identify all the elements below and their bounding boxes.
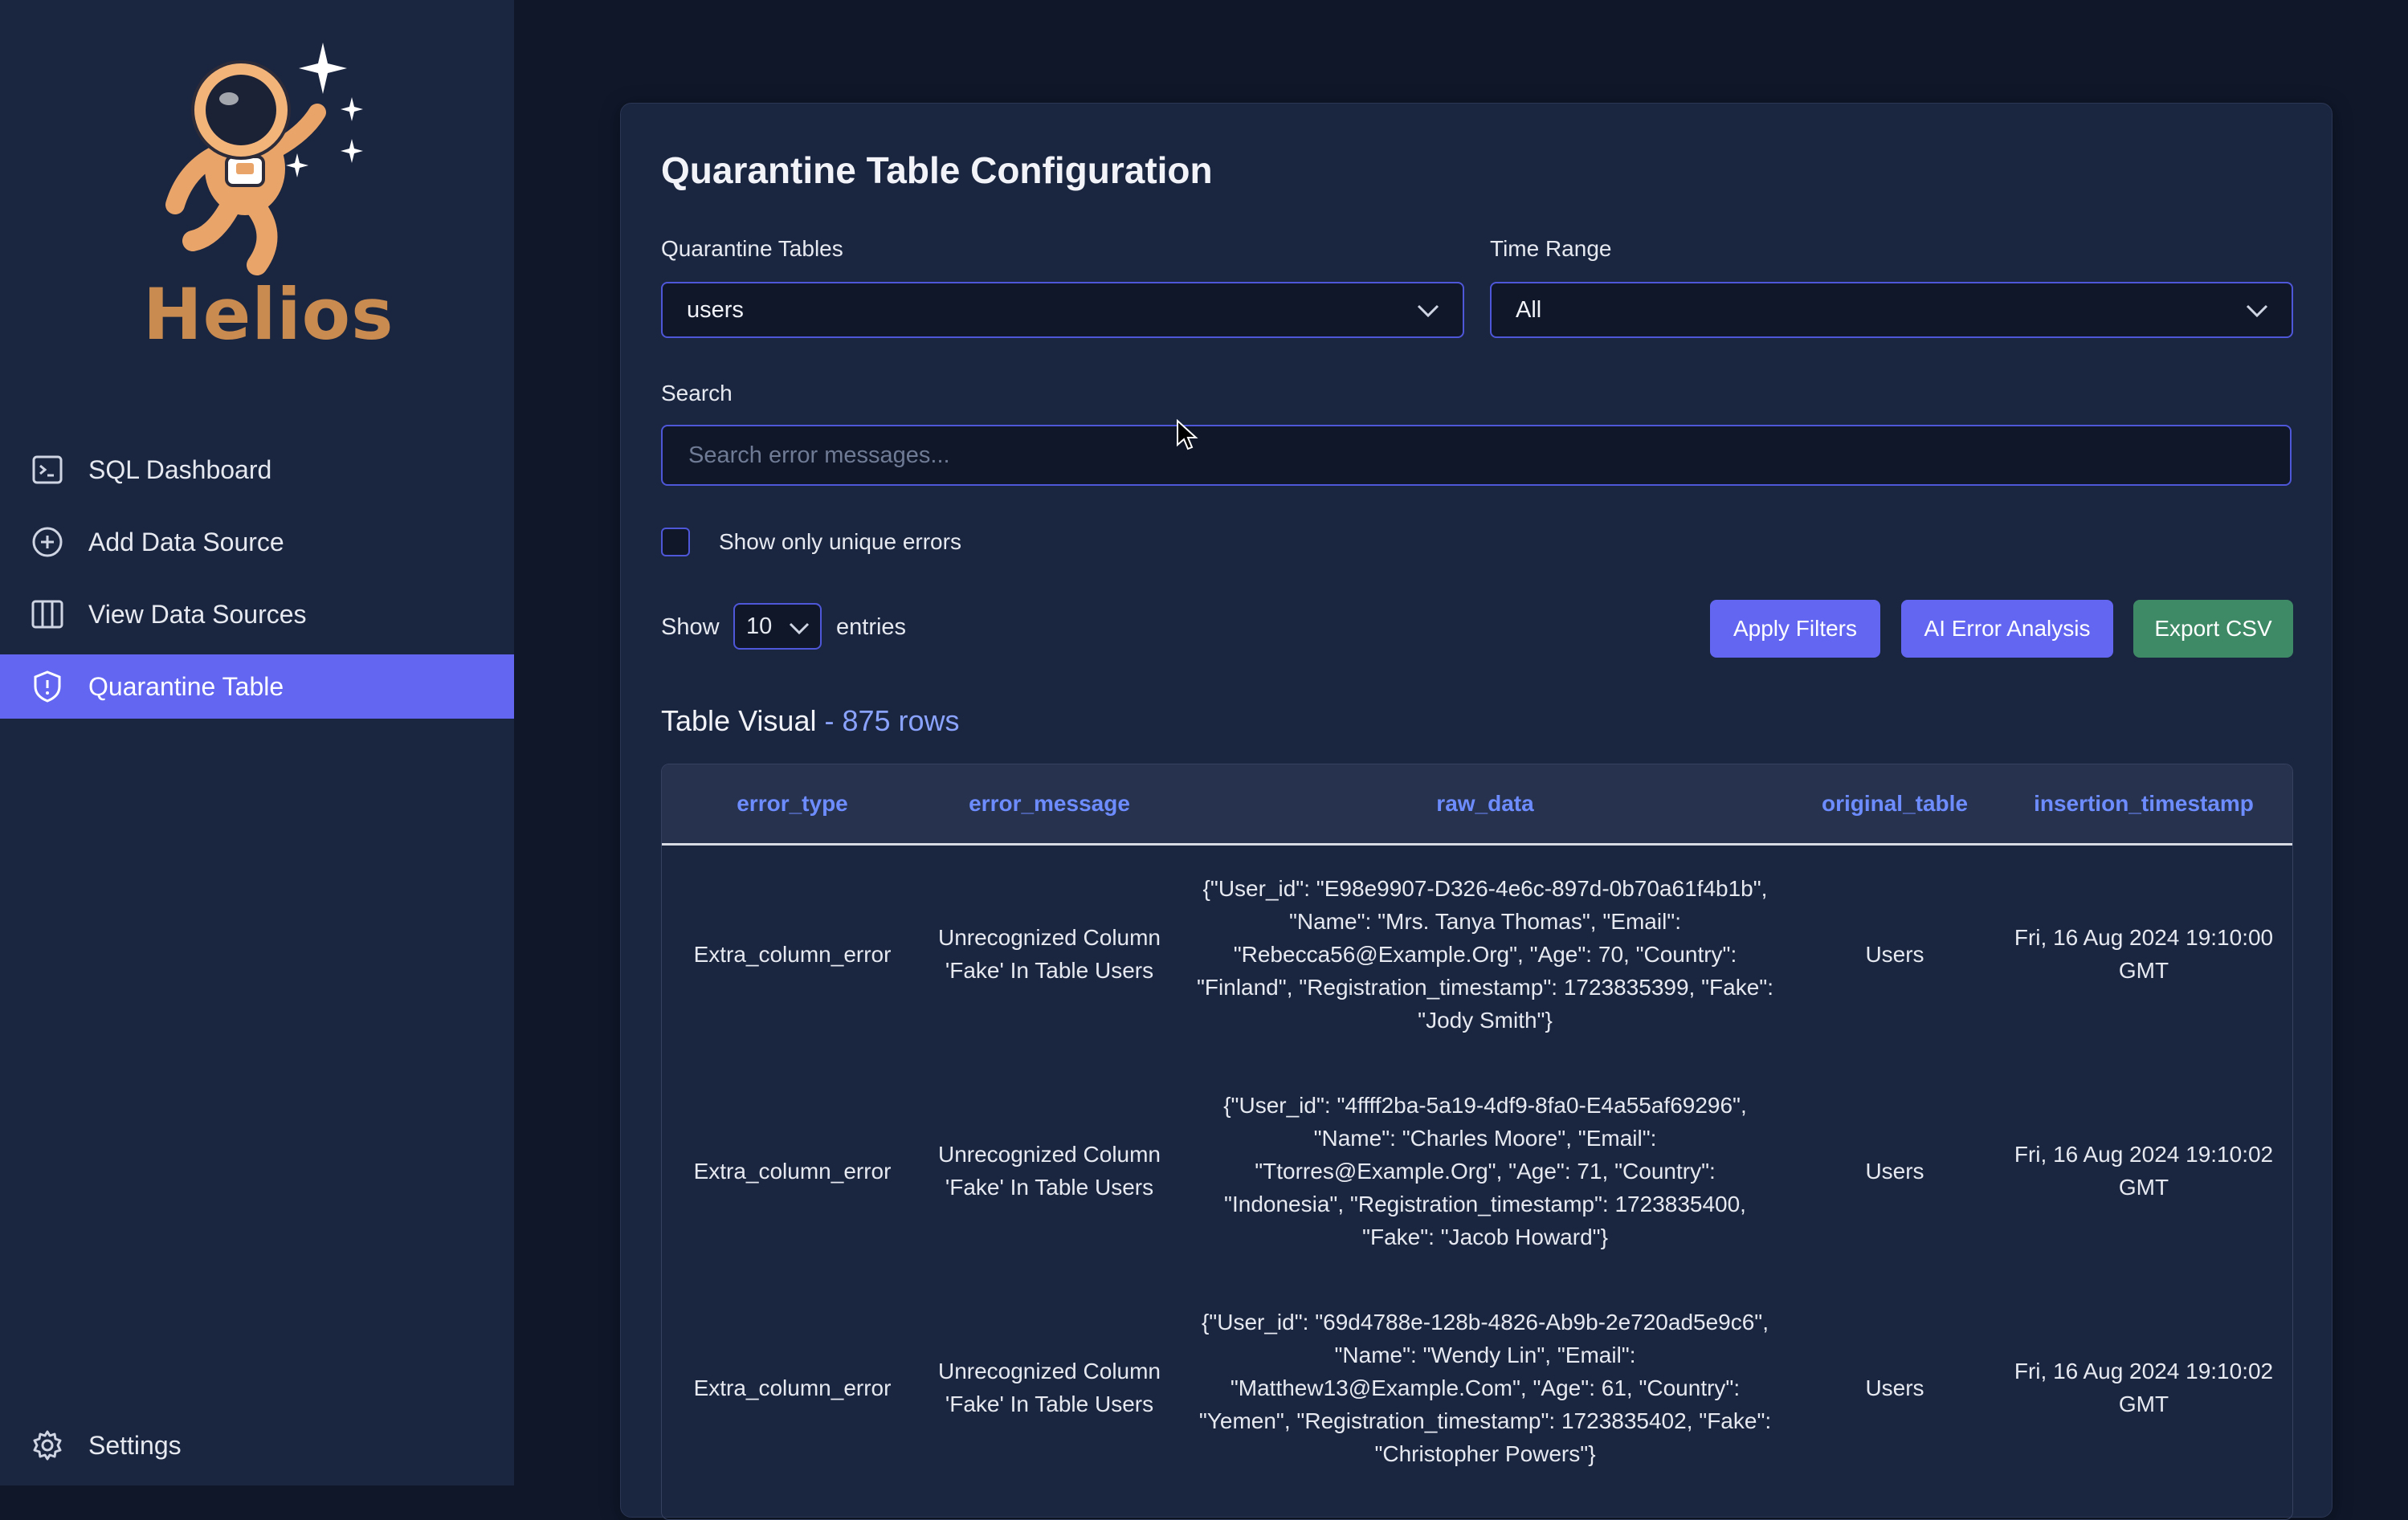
chevron-down-icon <box>2245 300 2269 328</box>
sidebar-item-label: Add Data Source <box>88 527 284 556</box>
unique-errors-checkbox[interactable] <box>661 528 690 556</box>
cell-original-table: Users <box>1865 1158 1924 1184</box>
search-label: Search <box>661 381 733 405</box>
sidebar-item-label: Settings <box>88 1430 182 1460</box>
sidebar-item-add-data-source[interactable]: Add Data Source <box>0 510 514 574</box>
cell-raw-data: {"User_id": "69d4788e-128b-4826-Ab9b-2e7… <box>1198 1309 1772 1466</box>
sidebar-item-label: View Data Sources <box>88 599 307 629</box>
table-row: Extra_column_error Unrecognized Column '… <box>662 1062 2292 1279</box>
time-range-value: All <box>1516 296 1542 323</box>
cell-raw-data: {"User_id": "E98e9907-D326-4e6c-897d-0b7… <box>1196 875 1774 1033</box>
cell-error-message: Unrecognized Column 'Fake' In Table User… <box>937 1359 1161 1416</box>
terminal-icon <box>31 453 64 487</box>
cell-error-type: Extra_column_error <box>693 1375 892 1400</box>
sidebar-item-view-data-sources[interactable]: View Data Sources <box>0 582 514 646</box>
columns-icon <box>31 597 64 631</box>
cell-insertion-timestamp: Fri, 16 Aug 2024 19:10:00 GMT <box>2014 925 2274 983</box>
gear-icon <box>31 1428 64 1462</box>
table-header: error_type error_message raw_data origin… <box>662 764 2292 846</box>
plus-circle-icon <box>31 525 64 559</box>
column-header-original-table[interactable]: original_table <box>1794 791 1995 817</box>
quarantine-tables-label: Quarantine Tables <box>661 236 843 261</box>
cell-error-message: Unrecognized Column 'Fake' In Table User… <box>937 1142 1161 1200</box>
sidebar-item-label: Quarantine Table <box>88 671 284 701</box>
table-title: Table Visual - 875 rows <box>661 704 960 738</box>
sidebar-item-settings[interactable]: Settings <box>0 1413 545 1477</box>
unique-errors-label: Show only unique errors <box>719 529 961 554</box>
cell-insertion-timestamp: Fri, 16 Aug 2024 19:10:02 GMT <box>2014 1142 2274 1200</box>
mouse-cursor-icon <box>1176 418 1198 455</box>
shield-icon <box>31 670 64 703</box>
page-title: Quarantine Table Configuration <box>661 149 1213 191</box>
chevron-down-icon <box>788 617 810 644</box>
export-csv-button[interactable]: Export CSV <box>2133 600 2293 658</box>
chevron-down-icon <box>1416 300 1440 328</box>
cell-error-type: Extra_column_error <box>693 1158 892 1184</box>
show-label: Show <box>661 614 720 640</box>
app-logo-text: Helios <box>143 273 394 356</box>
sidebar-nav: SQL Dashboard Add Data Source View Data … <box>0 438 514 727</box>
time-range-label: Time Range <box>1490 236 1612 261</box>
search-input[interactable] <box>661 425 2292 486</box>
table-row: Extra_column_error Unrecognized Column '… <box>662 1279 2292 1496</box>
table-title-text: Table Visual <box>661 704 817 737</box>
quarantine-config-card: Quarantine Table Configuration Quarantin… <box>620 103 2332 1520</box>
sidebar: Helios SQL Dashboard Add Data Source Vie… <box>0 0 514 1485</box>
column-header-error-message[interactable]: error_message <box>923 791 1176 817</box>
quarantine-tables-select[interactable]: users <box>661 282 1464 338</box>
ai-error-analysis-button[interactable]: AI Error Analysis <box>1901 600 2113 658</box>
sidebar-item-label: SQL Dashboard <box>88 454 272 484</box>
sidebar-item-quarantine-table[interactable]: Quarantine Table <box>0 654 514 719</box>
table-row: Extra_column_error Unrecognized Column '… <box>662 846 2292 1062</box>
cell-error-message: Unrecognized Column 'Fake' In Table User… <box>937 925 1161 983</box>
cell-raw-data: {"User_id": "4ffff2ba-5a19-4df9-8fa0-E4a… <box>1223 1092 1747 1249</box>
column-header-error-type[interactable]: error_type <box>662 791 923 817</box>
sidebar-item-sql-dashboard[interactable]: SQL Dashboard <box>0 438 514 502</box>
quarantine-table: error_type error_message raw_data origin… <box>661 764 2293 1520</box>
quarantine-tables-value: users <box>687 296 744 323</box>
cell-insertion-timestamp: Fri, 16 Aug 2024 19:10:02 GMT <box>2014 1359 2274 1416</box>
apply-filters-button[interactable]: Apply Filters <box>1710 600 1880 658</box>
cell-error-type: Extra_column_error <box>693 941 892 967</box>
cell-original-table: Users <box>1865 1375 1924 1400</box>
column-header-raw-data[interactable]: raw_data <box>1176 791 1794 817</box>
table-row-count: - 875 rows <box>816 704 960 737</box>
column-header-insertion-timestamp[interactable]: insertion_timestamp <box>1995 791 2292 817</box>
entries-select[interactable]: 10 <box>733 603 822 650</box>
entries-label: entries <box>836 614 907 640</box>
time-range-select[interactable]: All <box>1490 282 2293 338</box>
cell-original-table: Users <box>1865 941 1924 967</box>
entries-value: 10 <box>746 613 773 639</box>
